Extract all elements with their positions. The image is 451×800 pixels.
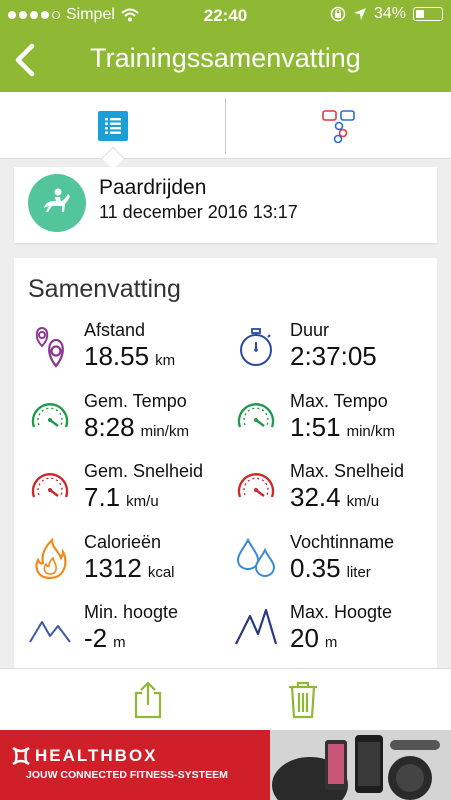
chat-bubbles-icon (321, 109, 355, 143)
stat-label: Duur (290, 320, 330, 340)
stat-max-pace: Max. Tempo 1:51 min/km (234, 391, 434, 455)
stat-calories: Calorieën 1312 kcal (28, 532, 228, 596)
stat-label: Vochtinname (290, 532, 395, 552)
stat-label: Max. Snelheid (290, 461, 405, 481)
stat-distance: Afstand 18.55 km (28, 320, 228, 384)
horse-riding-icon (28, 174, 86, 232)
list-icon (97, 110, 128, 141)
stat-value: 1312 kcal (84, 553, 175, 583)
battery-percent: 34% (373, 5, 406, 22)
share-button[interactable] (128, 679, 168, 721)
stat-value: 2:37:05 (290, 341, 377, 371)
stat-label: Gem. Snelheid (84, 461, 204, 481)
stat-value: 32.4 km/u (290, 482, 380, 512)
stat-label: Max. Tempo (290, 391, 388, 411)
bottom-action-bar (0, 668, 451, 730)
stat-label: Gem. Tempo (84, 391, 187, 411)
stat-max-speed: Max. Snelheid 32.4 km/u (234, 461, 434, 525)
under-armour-logo-icon (12, 747, 30, 765)
stat-duration: Duur 2:37:05 (234, 320, 434, 384)
status-bar: Simpel 22:40 34% (0, 0, 451, 30)
summary-heading: Samenvatting (28, 275, 181, 303)
location-arrow-icon (353, 8, 366, 20)
trash-icon (289, 681, 317, 719)
speedometer-green-icon (237, 403, 275, 428)
stat-value: 18.55 km (84, 341, 176, 371)
stat-value: 1:51 min/km (290, 412, 395, 442)
stat-avg-speed: Gem. Snelheid 7.1 km/u (28, 461, 228, 525)
tab-bar (0, 92, 451, 159)
activity-date: 11 december 2016 13:17 (99, 202, 298, 222)
stat-fluid-intake: Vochtinname 0.35 liter (234, 532, 434, 596)
flame-icon (35, 537, 67, 580)
stat-min-altitude: Min. hoogte -2 m (28, 602, 228, 666)
stat-label: Max. Hoogte (290, 602, 393, 622)
water-drops-icon (236, 537, 276, 578)
stat-max-altitude: Max. Hoogte 20 m (234, 602, 434, 666)
stat-value: 7.1 km/u (84, 482, 159, 512)
ad-banner[interactable]: HEALTHBOX JOUW CONNECTED FITNESS-SYSTEEM (0, 730, 451, 800)
speedometer-green-icon (31, 403, 69, 428)
stat-avg-pace: Gem. Tempo 8:28 min/km (28, 391, 228, 455)
mountain-high-icon (235, 608, 278, 645)
location-pins-icon (35, 326, 64, 368)
stat-value: -2 m (84, 623, 126, 653)
battery-icon (413, 7, 443, 21)
delete-button[interactable] (283, 679, 323, 721)
activity-name: Paardrijden (99, 176, 207, 199)
navigation-bar: Trainingssamenvatting (0, 30, 451, 92)
activity-card: Paardrijden 11 december 2016 13:17 (14, 167, 437, 243)
stat-label: Calorieën (84, 532, 162, 552)
stat-value: 20 m (290, 623, 338, 653)
stat-label: Min. hoogte (84, 602, 179, 622)
ad-tagline: JOUW CONNECTED FITNESS-SYSTEEM (26, 769, 228, 781)
share-icon (134, 681, 162, 719)
stat-value: 0.35 liter (290, 553, 371, 583)
speedometer-red-icon (31, 473, 69, 498)
stopwatch-icon (240, 328, 272, 366)
tab-comments[interactable] (226, 92, 451, 159)
product-image (270, 730, 451, 800)
page-title: Trainingssamenvatting (90, 43, 361, 73)
stat-label: Afstand (84, 320, 146, 340)
stat-value: 8:28 min/km (84, 412, 189, 442)
ad-brand: HEALTHBOX (35, 746, 158, 765)
summary-card: Samenvatting Afstand 18.55 km Duur 2:37:0… (14, 258, 437, 668)
orientation-lock-icon (330, 6, 346, 22)
mountain-low-icon (29, 621, 71, 643)
speedometer-red-icon (237, 473, 275, 498)
